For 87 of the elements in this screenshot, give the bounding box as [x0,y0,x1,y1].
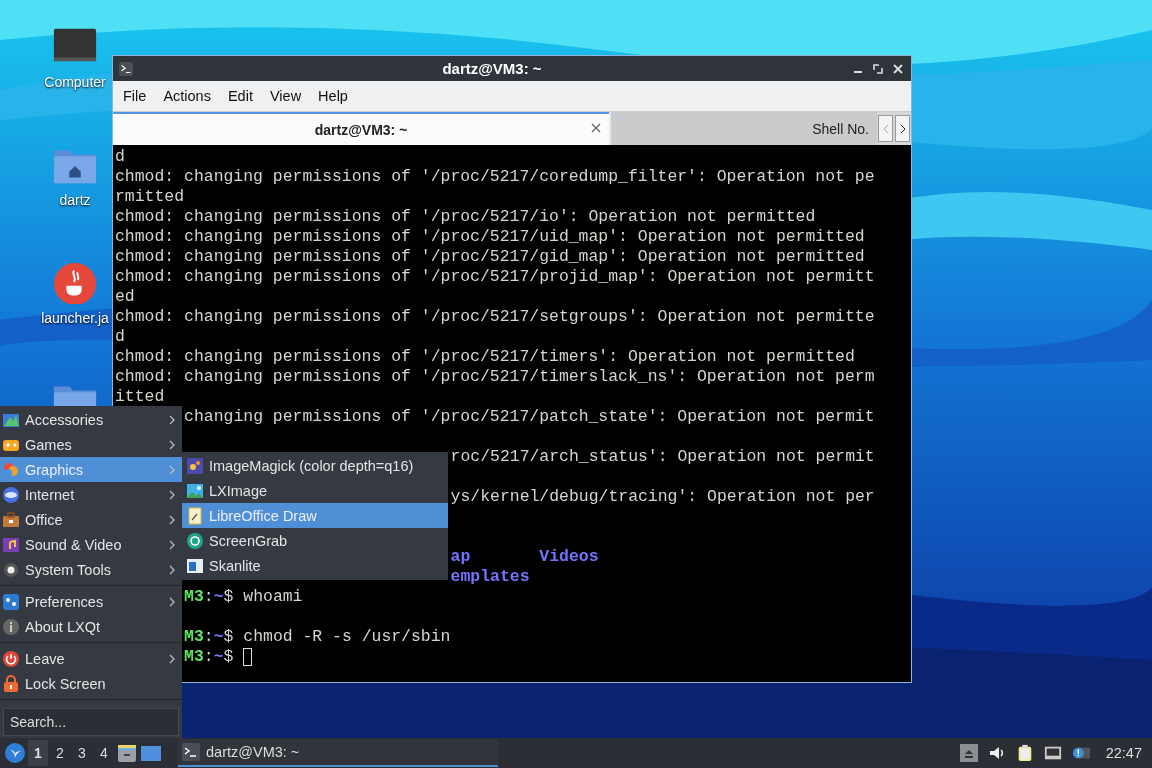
menu-item[interactable]: About LXQt [0,614,182,639]
terminal-text: chmod: changing permissions of '/proc/5217/gid_map': Operation not permitted [115,247,865,267]
terminal-text: ys/kernel/debug/tracing': Operation not per [450,487,875,507]
icon-label: Computer [44,74,106,90]
menu-item[interactable]: Accessories [0,407,182,432]
menu-item[interactable]: Leave [0,646,182,671]
window-title: dartz@VM3: ~ [441,60,543,77]
chevron-left-icon [882,123,889,134]
terminal-icon [182,743,200,761]
menu-item[interactable]: LXImage [182,478,448,503]
aperture-icon [186,531,204,550]
scroll-left-button[interactable] [878,115,893,142]
terminal-text: d [115,327,125,347]
terminal-text: $ [223,647,235,667]
globe-icon [2,485,20,504]
menu-item[interactable]: Lock Screen [0,671,182,696]
menu-item[interactable]: File [117,88,158,104]
menu-item[interactable]: Preferences [0,589,182,614]
menu-item[interactable]: Sound & Video [0,532,182,557]
info-icon [2,617,20,636]
start-menu-button[interactable] [4,742,26,764]
menu-item[interactable]: Edit [221,88,264,104]
prompt-host: M3 [184,647,204,667]
terminal-text: chmod: changing permissions of '/proc/5217/io': Operation not permitted [115,207,816,227]
menu-item[interactable]: Skanlite [182,553,448,578]
terminal-text: rmitted [115,187,185,207]
icon-label: launcher.ja [41,310,109,326]
terminal-icon [119,61,133,76]
menu-item[interactable]: Internet [0,482,182,507]
terminal-text: $ chmod -R -s /usr/sbin [223,627,451,647]
maximize-button[interactable] [871,61,885,76]
chevron-right-icon [899,123,906,134]
menu-item[interactable]: Help [312,88,359,104]
file-cabinet-icon[interactable] [116,742,138,764]
tab[interactable]: dartz@VM3: ~ [113,112,609,145]
menu-item[interactable]: Actions [157,88,222,104]
clock[interactable]: 22:47 [1105,745,1142,761]
terminal-text: chmod: changing permissions of '/proc/5217/timerslack_ns': Operation not perm [115,367,875,387]
close-tab-icon[interactable] [591,123,601,133]
directory-name: ap Videos [450,547,599,567]
taskbar-button[interactable]: dartz@VM3: ~ [178,739,498,767]
terminal-text: itted [115,387,165,407]
menu-item[interactable]: Games [0,432,182,457]
terminal-text: roc/5217/arch_status': Operation not permit [450,447,875,467]
terminal-text: d [115,147,125,167]
terminal-text: chmod: changing permissions of '/proc/5217/coredump_filter': Operation not pe [115,167,875,187]
directory-name: emplates [450,567,530,587]
workspace-button[interactable]: 4 [94,740,114,766]
scroll-right-button[interactable] [895,115,910,142]
tab[interactable]: Shell No. [609,112,877,145]
terminal-text: : [203,627,214,647]
terminal-text: chmod: changing permissions of '/proc/5217/timers': Operation not permitted [115,347,855,367]
workspace-button[interactable]: 2 [50,740,70,766]
terminal-text: : [203,647,214,667]
terminal-text: chmod: changing permissions of '/proc/5217/projid_map': Operation not permitt [115,267,875,287]
menu-item[interactable]: ImageMagick (color depth=q16) [182,453,448,478]
menu-item[interactable]: System Tools [0,557,182,582]
workspace-button[interactable]: 1 [28,740,48,766]
terminal-text: changing permissions of '/proc/5217/patch_state': Operation not permit [184,407,875,427]
terminal-text: : [203,587,214,607]
power-icon [2,649,20,668]
close-button[interactable] [891,61,905,76]
eject-icon[interactable] [959,744,978,762]
volume-icon[interactable] [987,744,1006,762]
network-icon[interactable] [1043,744,1062,762]
prompt-path: ~ [213,627,224,647]
text-cursor [243,648,253,666]
prompt-path: ~ [213,587,224,607]
briefcase-icon [2,510,20,529]
terminal-text: $ whoami [223,587,303,607]
document-icon [186,506,204,525]
color-wheel-icon [2,460,20,479]
icon-label: dartz [59,192,91,208]
menu-item[interactable]: View [263,88,313,104]
menu-item[interactable]: Office [0,507,182,532]
prompt-path: ~ [213,647,224,667]
prompt-host: M3 [184,627,204,647]
menu-item[interactable]: ScreenGrab [182,528,448,553]
lock-icon [2,674,20,693]
terminal-text: chmod: changing permissions of '/proc/5217/uid_map': Operation not permitted [115,227,865,247]
workspace-button[interactable]: 3 [72,740,92,766]
search-field[interactable]: Search... [3,708,179,736]
terminal-text: chmod: changing permissions of '/proc/5217/setgroups': Operation not permitte [115,307,875,327]
scanner-icon [186,556,204,575]
landscape-icon [186,481,204,500]
terminal-text: ed [115,287,135,307]
prompt-host: M3 [184,587,204,607]
